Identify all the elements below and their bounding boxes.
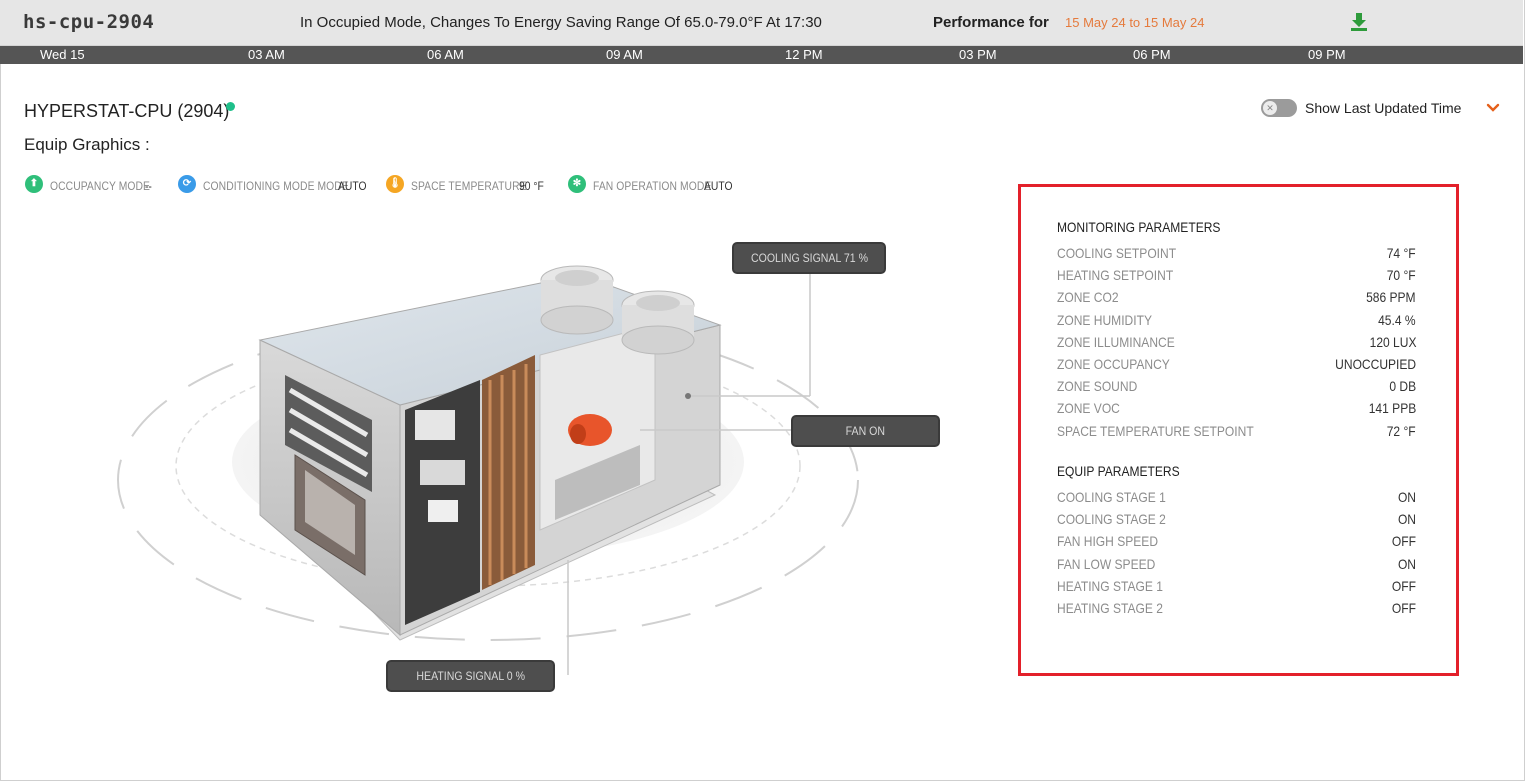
parameter-value: 141 PPB <box>1368 400 1416 417</box>
parameter-name: HEATING STAGE 1 <box>1057 577 1163 594</box>
parameter-value: ON <box>1397 555 1416 572</box>
heating-signal-callout: HEATING SIGNAL 0 % <box>386 660 555 692</box>
parameter-name: ZONE ILLUMINANCE <box>1057 333 1175 350</box>
status-value: AUTO <box>704 179 733 193</box>
status-label: OCCUPANCY MODE <box>50 179 151 193</box>
timeline-tick: 03 PM <box>959 47 997 62</box>
parameter-name: COOLING SETPOINT <box>1057 245 1177 261</box>
parameter-value: 586 PPM <box>1366 289 1416 306</box>
parameter-value: OFF <box>1391 600 1416 616</box>
parameter-value: OFF <box>1391 577 1416 594</box>
download-icon[interactable] <box>1350 12 1368 32</box>
parameter-value: 74 °F <box>1387 245 1416 261</box>
parameter-value: 45.4 % <box>1378 311 1416 328</box>
status-value: AUTO <box>338 179 367 193</box>
parameter-name: HEATING STAGE 2 <box>1057 600 1163 616</box>
temperature-icon: 🌡 <box>386 175 404 193</box>
header-bar: hs-cpu-2904 In Occupied Mode, Changes To… <box>0 0 1523 46</box>
performance-label: Performance for <box>933 14 1049 31</box>
occupancy-icon: ⬆ <box>25 175 43 193</box>
timeline-bar[interactable]: Wed 15 03 AM 06 AM 09 AM 12 PM 03 PM 06 … <box>0 46 1523 64</box>
timeline-tick: Wed 15 <box>40 47 85 62</box>
timeline-tick: 06 PM <box>1133 47 1171 62</box>
online-status-dot <box>226 102 235 111</box>
fan-status-text: FAN ON <box>845 424 886 438</box>
rooftop-unit-graphic <box>110 230 960 700</box>
timeline-tick: 06 AM <box>427 47 464 62</box>
chevron-down-icon[interactable] <box>1486 101 1500 115</box>
status-value: 90 °F <box>519 179 544 193</box>
parameter-name: ZONE SOUND <box>1057 378 1138 395</box>
parameter-name: ZONE HUMIDITY <box>1057 311 1152 328</box>
timeline-tick: 12 PM <box>785 47 823 62</box>
parameters-panel: MONITORING PARAMETERS EQUIP PARAMETERS C… <box>1018 184 1459 676</box>
show-last-updated-label: Show Last Updated Time <box>1305 100 1462 116</box>
parameter-value: 70 °F <box>1387 267 1416 284</box>
parameter-value: 72 °F <box>1387 422 1416 439</box>
show-last-updated-toggle[interactable]: ✕ <box>1261 99 1297 117</box>
timeline-tick: 03 AM <box>248 47 285 62</box>
parameter-value: ON <box>1397 489 1416 505</box>
heating-signal-text: HEATING SIGNAL 0 % <box>416 669 525 683</box>
parameter-value: OFF <box>1391 533 1416 550</box>
parameter-name: ZONE OCCUPANCY <box>1057 356 1170 372</box>
parameter-value: ON <box>1397 511 1416 528</box>
status-label: FAN OPERATION MODE <box>593 179 712 193</box>
parameter-name: FAN HIGH SPEED <box>1057 533 1159 550</box>
parameter-name: HEATING SETPOINT <box>1057 267 1174 284</box>
parameter-name: ZONE CO2 <box>1057 289 1119 306</box>
fan-icon: ✻ <box>568 175 586 193</box>
cooling-signal-text: COOLING SIGNAL 71 % <box>750 251 868 265</box>
timeline-tick: 09 PM <box>1308 47 1346 62</box>
parameter-name: COOLING STAGE 1 <box>1057 489 1166 505</box>
rooftop-unit-illustration <box>117 265 859 675</box>
cooling-signal-callout: COOLING SIGNAL 71 % <box>732 242 886 274</box>
parameter-name: COOLING STAGE 2 <box>1057 511 1166 528</box>
conditioning-icon: ⟳ <box>178 175 196 193</box>
fan-status-callout: FAN ON <box>791 415 940 447</box>
status-label: CONDITIONING MODE MODE <box>203 179 349 193</box>
toggle-off-icon: ✕ <box>1263 101 1277 115</box>
parameter-value: UNOCCUPIED <box>1335 356 1416 372</box>
parameter-name: FAN LOW SPEED <box>1057 555 1156 572</box>
equip-graphics-label: Equip Graphics : <box>24 135 150 154</box>
performance-date-range[interactable]: 15 May 24 to 15 May 24 <box>1065 15 1204 30</box>
equipment-title: HYPERSTAT-CPU (2904) <box>24 101 230 121</box>
equip-parameters-heading: EQUIP PARAMETERS <box>1057 463 1180 479</box>
monitoring-parameters-heading: MONITORING PARAMETERS <box>1057 219 1221 235</box>
parameter-name: ZONE VOC <box>1057 400 1120 417</box>
timeline-tick: 09 AM <box>606 47 643 62</box>
parameter-name: SPACE TEMPERATURE SETPOINT <box>1057 422 1254 439</box>
status-label: SPACE TEMPERATURE <box>411 179 527 193</box>
device-id: hs-cpu-2904 <box>23 11 155 33</box>
parameter-value: 0 DB <box>1389 378 1416 395</box>
parameter-value: 120 LUX <box>1369 333 1416 350</box>
status-value: -- <box>145 179 152 193</box>
occupancy-schedule-message: In Occupied Mode, Changes To Energy Savi… <box>300 14 822 31</box>
